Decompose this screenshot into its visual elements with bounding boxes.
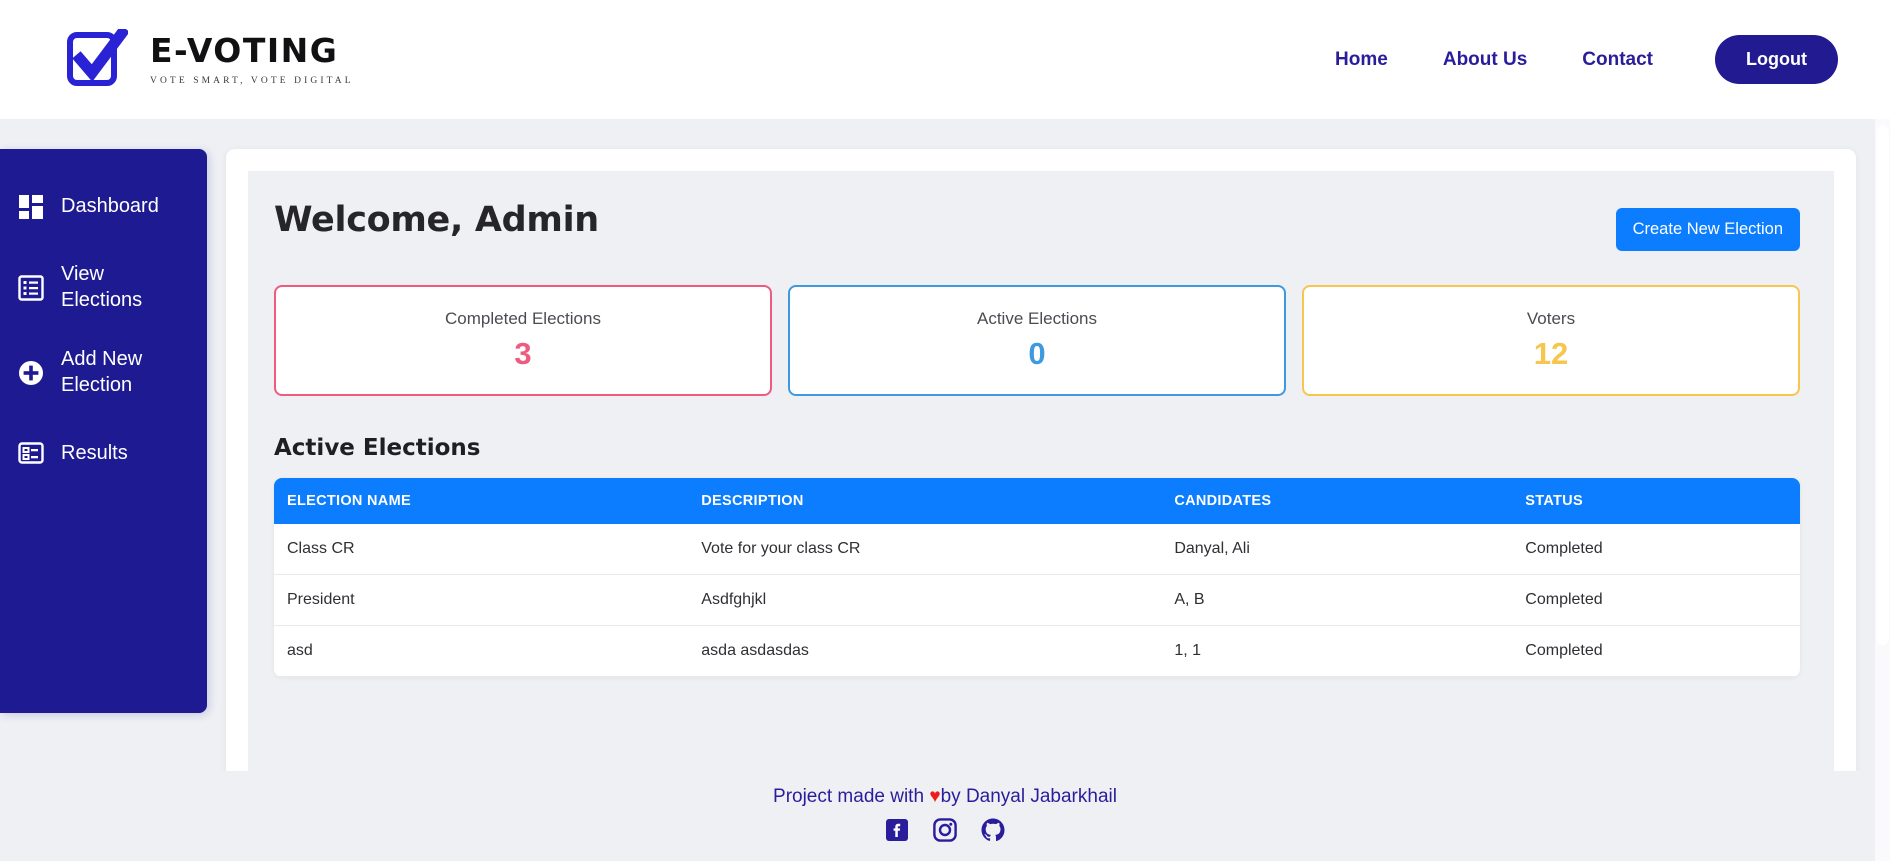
content-card: Welcome, Admin Create New Election Compl… [226, 149, 1856, 861]
page-title: Welcome, Admin [274, 200, 599, 240]
nav-link-about-us[interactable]: About Us [1443, 49, 1527, 71]
stat-label: Active Elections [977, 309, 1097, 328]
sidebar-item-results[interactable]: Results [0, 432, 207, 474]
sidebar: Dashboard View Elections Add New Electio… [0, 149, 207, 713]
table-head: ELECTION NAME DESCRIPTION CANDIDATES STA… [274, 478, 1800, 524]
section-title-active-elections: Active Elections [274, 435, 481, 461]
column-header-status[interactable]: STATUS [1525, 478, 1800, 524]
heart-icon: ♥ [929, 786, 941, 807]
sidebar-item-label: Add New Election [61, 348, 143, 396]
footer-credit: Project made with ♥by Danyal Jabarkhail [0, 786, 1890, 808]
nav-link-contact[interactable]: Contact [1582, 49, 1653, 71]
footer-text-before: Project made with [773, 786, 930, 807]
cell-election-name: asd [274, 625, 702, 677]
column-header-election-name[interactable]: ELECTION NAME [274, 478, 702, 524]
github-icon[interactable] [980, 817, 1006, 843]
stat-value: 3 [514, 336, 532, 371]
site-footer: Project made with ♥by Danyal Jabarkhail [0, 771, 1890, 861]
stat-label: Completed Elections [445, 309, 601, 328]
sidebar-item-view-elections[interactable]: View Elections [0, 262, 207, 313]
app-body: Dashboard View Elections Add New Electio… [0, 119, 1890, 861]
dashboard-panel: Welcome, Admin Create New Election Compl… [248, 171, 1834, 861]
page-scrollbar-thumb[interactable] [1877, 125, 1889, 645]
brand-name: E-VOTING [150, 30, 339, 70]
stat-value: 12 [1533, 336, 1569, 371]
cell-candidates: 1, 1 [1174, 625, 1526, 677]
page-header-row: Welcome, Admin Create New Election [274, 200, 1800, 251]
stat-label: Voters [1526, 309, 1576, 328]
cell-description: Vote for your class CR [701, 524, 1175, 575]
instagram-icon[interactable] [932, 817, 958, 843]
sidebar-item-dashboard[interactable]: Dashboard [0, 186, 207, 228]
sidebar-item-label: Results [61, 441, 128, 464]
status-badge: Completed [1525, 625, 1800, 677]
column-header-candidates[interactable]: CANDIDATES [1174, 478, 1526, 524]
checkbox-check-icon [66, 24, 130, 91]
status-badge: Completed [1525, 574, 1800, 626]
nav-link-home[interactable]: Home [1335, 49, 1388, 71]
cell-election-name: President [274, 574, 702, 626]
table-body: Class CR Vote for your class CR Danyal, … [274, 524, 1800, 677]
active-elections-table: ELECTION NAME DESCRIPTION CANDIDATES STA… [274, 478, 1800, 677]
logout-button[interactable]: Logout [1715, 35, 1838, 84]
site-header: E-VOTING VOTE SMART, VOTE DIGITAL Home A… [0, 0, 1890, 119]
stat-card-voters[interactable]: Voters 12 [1302, 285, 1800, 396]
table-row[interactable]: President Asdfghjkl A, B Completed [274, 574, 1800, 626]
footer-text-after: by Danyal Jabarkhail [940, 786, 1117, 807]
main-nav: Home About Us Contact Logout [1280, 35, 1838, 84]
cell-election-name: Class CR [274, 524, 702, 575]
grid-dashboard-icon [18, 194, 44, 220]
cell-candidates: Danyal, Ali [1174, 524, 1526, 575]
stat-card-completed-elections[interactable]: Completed Elections 3 [274, 285, 772, 396]
sidebar-item-label: View Elections [61, 263, 143, 311]
stat-value: 0 [1028, 336, 1046, 371]
stat-card-active-elections[interactable]: Active Elections 0 [788, 285, 1286, 396]
results-list-icon [18, 440, 44, 466]
column-header-description[interactable]: DESCRIPTION [701, 478, 1175, 524]
stat-cards-row: Completed Elections 3 Active Elections 0… [274, 285, 1800, 396]
cell-description: asda asdasdas [701, 625, 1175, 677]
cell-candidates: A, B [1174, 574, 1526, 626]
main-content-area: Welcome, Admin Create New Election Compl… [207, 149, 1890, 861]
table-row[interactable]: Class CR Vote for your class CR Danyal, … [274, 524, 1800, 575]
list-view-icon [18, 274, 44, 301]
create-new-election-button[interactable]: Create New Election [1615, 208, 1800, 251]
brand-logo[interactable]: E-VOTING VOTE SMART, VOTE DIGITAL [66, 24, 354, 91]
sidebar-item-add-new-election[interactable]: Add New Election [0, 347, 207, 398]
table-header-row: ELECTION NAME DESCRIPTION CANDIDATES STA… [274, 478, 1800, 524]
cell-description: Asdfghjkl [701, 574, 1175, 626]
status-badge: Completed [1525, 524, 1800, 575]
table-row[interactable]: asd asda asdasdas 1, 1 Completed [274, 625, 1800, 677]
plus-circle-icon [18, 360, 44, 386]
social-links [0, 817, 1890, 843]
sidebar-item-label: Dashboard [61, 195, 159, 218]
brand-tagline: VOTE SMART, VOTE DIGITAL [150, 75, 354, 86]
facebook-icon[interactable] [884, 817, 910, 843]
